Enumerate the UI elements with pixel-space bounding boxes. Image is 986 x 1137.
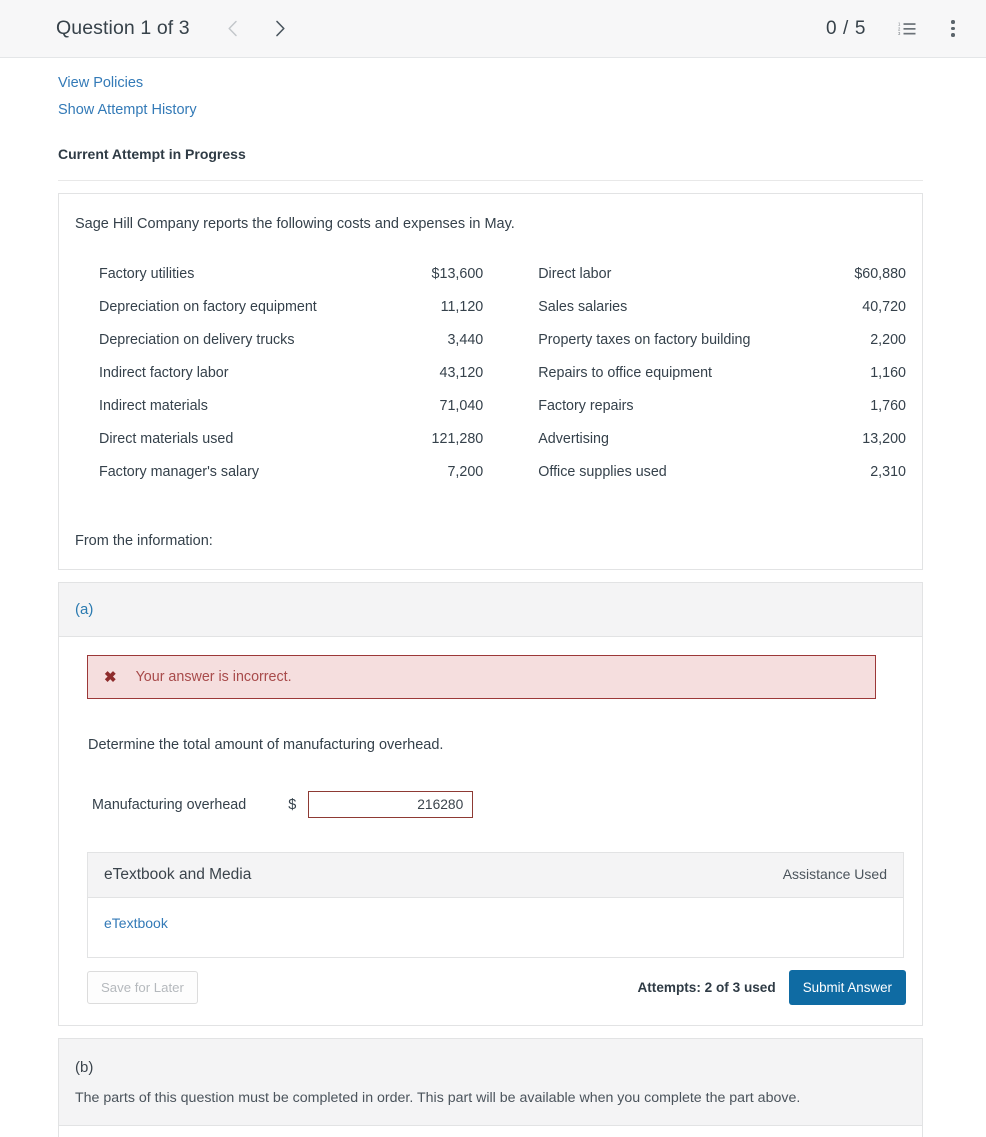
chevron-left-icon [228, 20, 238, 37]
etextbook-panel-header: eTextbook and Media Assistance Used [88, 853, 903, 898]
part-a-question-text: Determine the total amount of manufactur… [88, 737, 444, 753]
overflow-menu-button[interactable] [938, 14, 968, 44]
part-b-locked-message: The parts of this question must be compl… [59, 1090, 922, 1125]
cost-label-right: Office supplies used [538, 463, 667, 480]
score-display: 0 / 5 [826, 17, 866, 39]
cost-label-left: Indirect materials [99, 397, 208, 414]
cost-amount-left: $13,600 [431, 265, 484, 282]
part-b-empty-body [59, 1125, 922, 1137]
assistance-used-label: Assistance Used [782, 866, 887, 882]
next-question-button[interactable] [264, 12, 298, 46]
problem-footer-text: From the information: [75, 533, 213, 549]
more-vertical-icon [951, 20, 955, 37]
cost-label-right: Property taxes on factory building [538, 331, 751, 348]
svg-text:3: 3 [898, 31, 901, 36]
cost-amount-left: 11,120 [440, 298, 484, 315]
cost-amount-left: 71,040 [439, 397, 484, 414]
table-row: Indirect factory labor 43,120 Repairs to… [75, 356, 906, 389]
app-header: Question 1 of 3 0 / 5 1 2 3 [0, 0, 986, 58]
table-row: Depreciation on delivery trucks 3,440 Pr… [75, 323, 906, 356]
submit-answer-button[interactable]: Submit Answer [788, 970, 906, 1005]
part-a-card: (a) ✖ Your answer is incorrect. Determin… [58, 582, 923, 1026]
question-list-button[interactable]: 1 2 3 [892, 14, 922, 44]
incorrect-answer-alert: ✖ Your answer is incorrect. [87, 655, 876, 699]
manufacturing-overhead-input[interactable] [308, 791, 474, 818]
table-row: Direct materials used 121,280 Advertisin… [75, 422, 906, 455]
cost-amount-left: 43,120 [439, 364, 484, 381]
question-page: View Policies Show Attempt History Curre… [0, 58, 986, 1137]
part-a-header: (a) [59, 583, 922, 637]
attempts-counter: Attempts: 2 of 3 used [637, 980, 776, 995]
table-row: Indirect materials 71,040 Factory repair… [75, 389, 906, 422]
part-b-card: (b) The parts of this question must be c… [58, 1038, 923, 1137]
page-title: Question 1 of 3 [56, 17, 190, 39]
etextbook-panel-body: eTextbook [88, 898, 903, 957]
cost-amount-left: 7,200 [447, 463, 484, 480]
etextbook-panel-title: eTextbook and Media [104, 866, 252, 883]
cost-label-left: Direct materials used [99, 430, 234, 447]
cost-label-left: Depreciation on delivery trucks [99, 331, 295, 348]
problem-statement-card: Sage Hill Company reports the following … [58, 193, 923, 570]
save-for-later-button[interactable]: Save for Later [87, 971, 198, 1004]
problem-statement-body: Sage Hill Company reports the following … [59, 194, 922, 569]
cost-table-body: Factory utilities $13,600 Direct labor $… [75, 257, 906, 488]
cost-amount-right: 2,200 [870, 331, 906, 348]
cost-amount-left: 3,440 [447, 331, 484, 348]
etextbook-link[interactable]: eTextbook [104, 915, 168, 931]
cost-label-left: Factory utilities [99, 265, 195, 282]
table-row: Factory utilities $13,600 Direct labor $… [75, 257, 906, 290]
cost-amount-right: 2,310 [870, 463, 906, 480]
part-a-actions: Save for Later Attempts: 2 of 3 used Sub… [87, 970, 906, 1009]
part-b-header: (b) [59, 1039, 922, 1090]
error-x-icon: ✖ [104, 668, 117, 686]
part-b-label: (b) [75, 1059, 94, 1076]
alert-message: Your answer is incorrect. [135, 669, 292, 685]
cost-amount-right: 1,760 [870, 397, 906, 414]
currency-symbol: $ [288, 796, 297, 813]
cost-label-left: Depreciation on factory equipment [99, 298, 317, 315]
cost-label-right: Advertising [538, 430, 609, 447]
cost-label-right: Repairs to office equipment [538, 364, 713, 381]
cost-amount-right: 40,720 [862, 298, 906, 315]
answer-row: Manufacturing overhead $ [92, 791, 906, 818]
prev-question-button[interactable] [216, 12, 250, 46]
view-policies-link[interactable]: View Policies [58, 70, 923, 97]
show-attempt-history-link[interactable]: Show Attempt History [58, 97, 923, 124]
cost-amount-right: 13,200 [862, 430, 906, 447]
ordered-list-icon: 1 2 3 [898, 22, 916, 36]
cost-label-right: Factory repairs [538, 397, 634, 414]
cost-table: Factory utilities $13,600 Direct labor $… [75, 257, 906, 488]
cost-label-left: Factory manager's salary [99, 463, 260, 480]
current-attempt-label: Current Attempt in Progress [58, 146, 923, 181]
cost-label-left: Indirect factory labor [99, 364, 229, 381]
etextbook-panel: eTextbook and Media Assistance Used eTex… [87, 852, 904, 958]
cost-label-right: Direct labor [538, 265, 612, 282]
table-row: Depreciation on factory equipment 11,120… [75, 290, 906, 323]
cost-amount-right: 1,160 [870, 364, 906, 381]
cost-amount-right: $60,880 [854, 265, 906, 282]
answer-field-label: Manufacturing overhead [92, 796, 247, 813]
cost-label-right: Sales salaries [538, 298, 628, 315]
problem-lead-text: Sage Hill Company reports the following … [75, 216, 515, 232]
table-row: Factory manager's salary 7,200 Office su… [75, 455, 906, 488]
part-a-body: ✖ Your answer is incorrect. Determine th… [59, 637, 922, 1025]
part-a-label: (a) [75, 601, 94, 618]
chevron-right-icon [276, 20, 285, 37]
top-links: View Policies Show Attempt History [58, 58, 923, 124]
cost-amount-left: 121,280 [431, 430, 484, 447]
